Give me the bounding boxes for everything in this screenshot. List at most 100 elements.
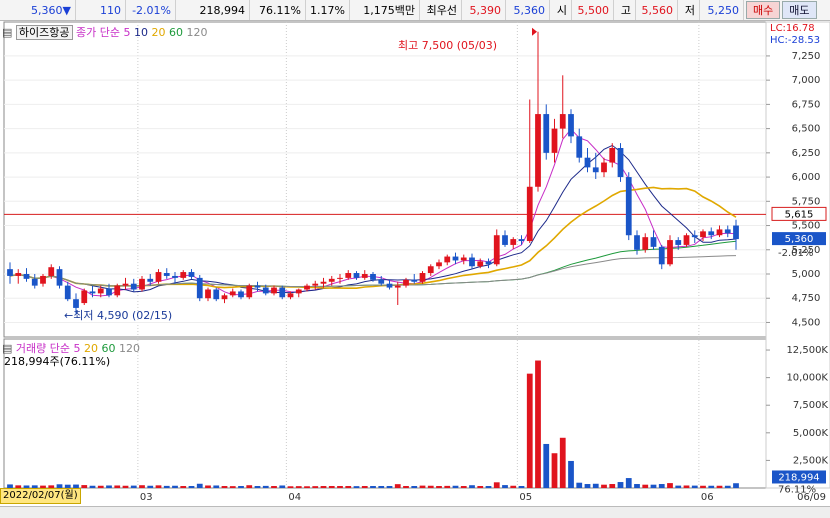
volume-bar (403, 486, 409, 488)
volume-bar (320, 486, 327, 488)
volume-bar (411, 486, 418, 488)
volume-bar (469, 485, 475, 488)
candle-body (394, 285, 401, 288)
volume-bar (304, 486, 310, 488)
volume-bar (592, 483, 599, 488)
volume-tick-label: 12,500K (786, 345, 828, 356)
volume-bar (436, 486, 442, 488)
candle-body (518, 239, 525, 242)
candle-body (64, 285, 71, 300)
volume-bar (460, 486, 467, 488)
volume-bar (378, 486, 385, 488)
candle-body (642, 237, 649, 250)
volume-panel-frame (3, 338, 767, 489)
candle-body (634, 235, 640, 250)
volume-bar (683, 485, 690, 488)
price-tick-label: 5,500 (792, 221, 821, 232)
volume-bar (345, 486, 352, 488)
candle-body (370, 274, 376, 280)
candle-body (48, 267, 55, 276)
candle-body (601, 162, 607, 173)
volume-bar (122, 485, 129, 488)
stock-chart[interactable]: 03 04 05 06 06/094,5004,7505,0005,2505,5005,… (0, 0, 830, 506)
candle-body (477, 261, 484, 267)
volume-bar (419, 485, 426, 488)
vol-ma-period-120: 120 (119, 342, 141, 355)
volume-bar (106, 485, 112, 488)
candle-body (295, 289, 302, 294)
stock-name[interactable]: 하이즈항공 (15, 25, 73, 40)
volume-bar (295, 486, 302, 488)
candle-body (460, 257, 467, 261)
candle-body (205, 289, 211, 299)
volume-bar (213, 485, 220, 488)
candle-body (510, 239, 517, 245)
volume-bar (543, 443, 550, 488)
last-price-label: 5,360 (785, 234, 814, 245)
candle-body (213, 289, 220, 300)
candle-body (551, 128, 558, 153)
volume-bar (271, 486, 277, 488)
volume-bar (642, 484, 649, 488)
price-tick-label: 5,750 (792, 196, 821, 207)
chart-scrollbar[interactable] (0, 506, 830, 518)
month-label: 03 (140, 492, 153, 503)
ma-period-60: 60 (169, 26, 183, 39)
price-tick-label: 6,250 (792, 148, 821, 159)
left-arrow-icon: ← (64, 309, 74, 322)
month-label: 05 (519, 492, 532, 503)
volume-bar (147, 485, 154, 488)
candle-body (658, 246, 665, 265)
price-tick-label: 5,000 (792, 269, 821, 280)
candle-body (576, 136, 583, 158)
volume-tick-label: 7,500K (793, 400, 829, 411)
volume-bar (196, 483, 203, 488)
volume-bar (535, 360, 541, 488)
volume-bar (114, 485, 121, 488)
volume-bar (700, 485, 706, 488)
volume-bar (155, 485, 162, 488)
candle-body (31, 278, 38, 286)
volume-bar (238, 486, 244, 488)
volume-bar (526, 373, 533, 488)
candle-body (15, 273, 22, 276)
volume-bar (246, 485, 253, 488)
candle-body (436, 262, 442, 267)
candle-body (81, 290, 88, 304)
volume-bar (493, 482, 500, 488)
volume-bar (139, 485, 145, 488)
ma-period-10: 10 (134, 26, 148, 39)
candle-body (625, 177, 632, 236)
volume-bar (89, 485, 96, 488)
panel-menu-icon[interactable]: ▤ (2, 26, 12, 39)
candle-body (345, 273, 352, 278)
low-annotation: ←최저 4,590 (02/15) (64, 307, 172, 323)
last-volume-label: 218,994 (778, 472, 819, 483)
volume-bar (172, 485, 178, 488)
volume-bar (675, 485, 682, 488)
candle-body (724, 229, 731, 234)
volume-bar (370, 486, 376, 488)
candle-body (353, 273, 360, 278)
volume-bar (180, 486, 187, 488)
candle-body (568, 114, 574, 137)
price-panel-header: ▤ 하이즈항공 종가 단순 5 10 20 60 120 (2, 24, 208, 40)
candle-body (320, 281, 327, 284)
candle-body (163, 273, 170, 276)
candle-body (246, 285, 253, 298)
volume-bar (394, 484, 401, 488)
volume-bar (601, 484, 607, 488)
volume-bar (229, 486, 236, 488)
candle-body (708, 231, 715, 236)
candle-body (675, 240, 682, 245)
candle-body (271, 287, 277, 294)
ma-period-5: 5 (123, 26, 131, 39)
candle-body (328, 278, 335, 282)
volume-bar (584, 484, 591, 488)
candle-body (262, 287, 269, 294)
candle-body (411, 279, 418, 282)
volume-bar (312, 486, 319, 488)
candle-body (7, 269, 13, 276)
candle-body (716, 229, 723, 236)
candle-body (526, 186, 533, 242)
